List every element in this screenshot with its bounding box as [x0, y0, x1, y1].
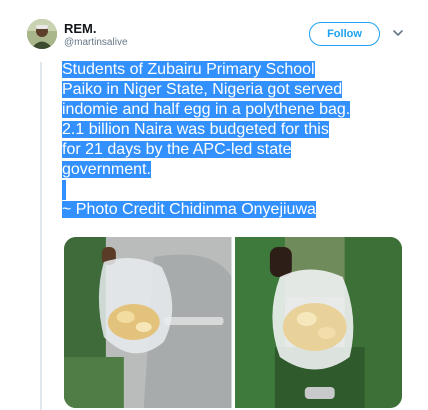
tweet-text-line: Students of Zubairu Primary School: [62, 61, 315, 78]
thread-line: [40, 62, 42, 410]
tweet-text-line: Paiko in Niger State, Nigeria got served: [62, 81, 343, 98]
tweet-text-line: indomie and half egg in a polythene bag.: [62, 101, 351, 118]
tweet-text-line: for 21 days by the APC-led state: [62, 141, 292, 158]
photo-credit: ~ Photo Credit Chidinma Onyejiuwa: [62, 201, 316, 218]
display-name[interactable]: REM.: [64, 21, 97, 36]
photo-right[interactable]: [234, 237, 402, 408]
media-grid: [64, 237, 402, 408]
photo-left[interactable]: [64, 237, 232, 408]
tweet-text-line: government.: [62, 161, 151, 178]
tweet-text: Students of Zubairu Primary School Paiko…: [62, 60, 412, 220]
follow-button[interactable]: Follow: [309, 22, 380, 46]
chevron-down-icon[interactable]: [392, 27, 404, 39]
user-handle[interactable]: @martinsalive: [64, 37, 128, 48]
tweet-text-line: 2.1 billion Naira was budgeted for this: [62, 121, 329, 138]
avatar[interactable]: [27, 19, 57, 49]
